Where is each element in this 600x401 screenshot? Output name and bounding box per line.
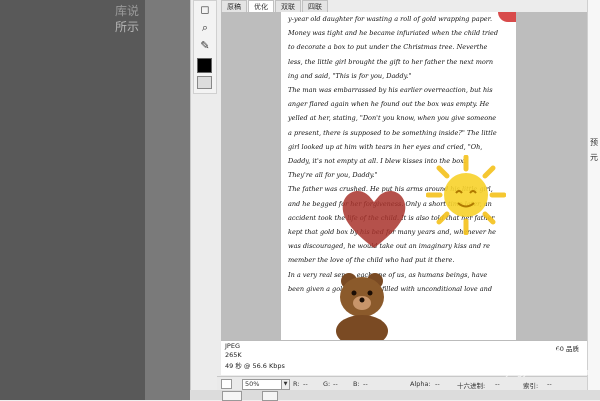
file-size: 265K (225, 351, 242, 359)
letter-line: girl looked up at him with tears in her … (288, 142, 483, 151)
baidu-jingyan-watermark: Bai 经验 jingyan.baidu.com (470, 340, 595, 390)
letter-line: member the love of the child who had put… (288, 256, 455, 265)
preset-label: 预 (590, 138, 598, 147)
download-time: 49 秒 @ 56.6 Kbps (225, 362, 285, 370)
tab-4-up[interactable]: 四联 (302, 0, 328, 12)
letter-line: y-year old daughter for wasting a roll o… (288, 15, 493, 23)
background-text-2: 所示 (115, 20, 140, 34)
letter-line: less, the little girl brought the gift t… (288, 57, 494, 66)
file-format: JPEG (225, 342, 240, 350)
view-tabs: 原稿 优化 双联 四联 (221, 0, 329, 12)
b-value: -- (363, 380, 368, 388)
zoom-tool-icon[interactable]: ⌕ (197, 21, 213, 35)
letter-line: yelled at her, stating, "Don't you know,… (288, 114, 497, 123)
background-panel-shade (145, 0, 190, 400)
g-value: -- (333, 380, 338, 388)
preview-toggle-icon[interactable] (197, 76, 212, 89)
r-value: -- (303, 380, 308, 388)
chevron-down-icon[interactable]: ▼ (281, 379, 290, 390)
letter-line: ing and said, "This is for you, Daddy." (288, 71, 412, 80)
letter-line: Money was tight and he became infuriated… (288, 29, 499, 38)
sun-icon (426, 155, 506, 235)
teddy-bear-icon (336, 273, 388, 340)
eyedropper-tool-icon[interactable]: ✎ (197, 39, 213, 53)
foreground-color-swatch[interactable] (197, 58, 212, 73)
letter-line: been given a gold container filled with … (288, 284, 492, 293)
alpha-value: -- (435, 380, 440, 388)
heart-icon (342, 190, 406, 248)
image-preview: y-year old daughter for wasting a roll o… (281, 12, 516, 340)
tab-2-up[interactable]: 双联 (275, 0, 301, 12)
zoom-select[interactable]: 50% (242, 379, 282, 390)
zoom-minus-button[interactable] (221, 379, 232, 389)
letter-line: anger flared again when he found out the… (288, 100, 490, 109)
letter-line: a present, there is supposed to be somet… (288, 128, 497, 137)
g-label: G: (323, 380, 331, 388)
letter-line: The man was embarrassed by his earlier o… (288, 86, 493, 95)
letter-line: to decorate a box to put under the Chris… (288, 43, 488, 52)
letter-line: In a very real sense, each one of us, as… (288, 270, 488, 279)
metadata-label: 元 (590, 153, 598, 162)
b-label: B: (353, 380, 360, 388)
r-label: R: (293, 380, 300, 388)
tab-optimized[interactable]: 优化 (248, 0, 274, 12)
bottom-button-bar (190, 390, 600, 400)
watermark-url: jingyan.baidu.com (506, 368, 590, 378)
background-panel (0, 0, 145, 400)
alpha-label: Alpha: (410, 380, 431, 388)
background-text-1: 库说 (115, 4, 140, 18)
watermark-brand: Bai 经验 (492, 348, 564, 369)
hand-tool-icon[interactable]: ◻ (197, 3, 213, 17)
tab-original[interactable]: 原稿 (221, 0, 247, 12)
